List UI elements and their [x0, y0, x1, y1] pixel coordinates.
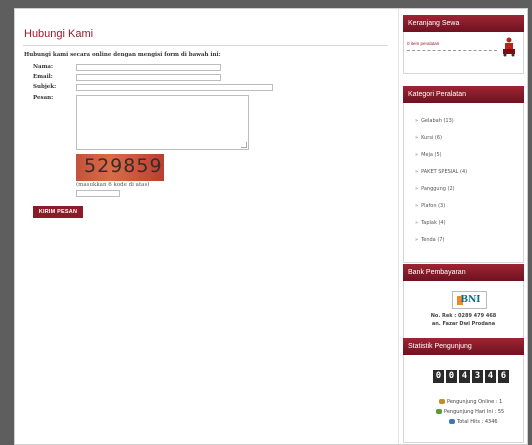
- arrow-icon: »: [415, 152, 419, 158]
- arrow-icon: »: [415, 220, 419, 226]
- counter-digit: 0: [433, 370, 444, 383]
- arrow-icon: »: [415, 169, 419, 175]
- arrow-icon: »: [415, 135, 419, 141]
- cart-count[interactable]: 0 item peralatan: [407, 41, 439, 46]
- bank-widget-title: Bank Pembayaran: [403, 264, 524, 281]
- submit-button[interactable]: KIRIM PESAN: [33, 206, 83, 218]
- users-icon: [449, 419, 455, 424]
- category-item[interactable]: » PAKET SPESIAL (4): [415, 169, 467, 175]
- page-frame: Hubungi Kami Hubungi kami secara online …: [14, 8, 528, 445]
- category-item[interactable]: » Panggung (2): [415, 186, 455, 192]
- users-icon: [436, 409, 442, 414]
- captcha-input[interactable]: [76, 190, 120, 197]
- title-divider: [23, 45, 388, 46]
- stats-widget-title: Statistik Pengunjung: [403, 338, 524, 355]
- stat-online: Pengunjung Online : 1: [439, 399, 502, 405]
- hit-counter: 0 0 4 3 4 6: [433, 370, 509, 383]
- main-content: Hubungi Kami Hubungi kami secara online …: [15, 9, 399, 444]
- category-item[interactable]: » Gelabah (13): [415, 118, 454, 124]
- captcha-hint: (masukkan 6 kode di atas): [76, 182, 150, 188]
- arrow-icon: »: [415, 203, 419, 209]
- captcha-code: 529859: [84, 155, 163, 177]
- category-item[interactable]: » Meja (5): [415, 152, 442, 158]
- arrow-icon: »: [415, 118, 419, 124]
- name-label: Nama:: [33, 64, 54, 70]
- categories-widget-title: Kategori Peralatan: [403, 86, 524, 103]
- category-item[interactable]: » Kursi (6): [415, 135, 442, 141]
- bni-logo: BNI: [452, 291, 487, 309]
- stat-today: Pengunjung Hari Ini : 55: [436, 409, 504, 415]
- subject-label: Subjek:: [33, 84, 57, 90]
- bank-account-holder: an. Fazar Dwi Prodana: [431, 321, 496, 327]
- email-field[interactable]: [76, 74, 221, 81]
- cart-divider: [407, 50, 497, 51]
- form-intro: Hubungi kami secara online dengan mengis…: [24, 52, 221, 58]
- category-item[interactable]: » Plafon (3): [415, 203, 445, 209]
- counter-digit: 0: [446, 370, 457, 383]
- stat-total: Total Hits : 4346: [449, 419, 498, 425]
- cart-widget-title: Keranjang Sewa: [403, 15, 524, 32]
- name-field[interactable]: [76, 64, 221, 71]
- users-icon: [439, 399, 445, 404]
- counter-digit: 4: [485, 370, 496, 383]
- resize-handle-icon[interactable]: [241, 142, 247, 148]
- bank-account-number: No. Rek : 0289 479 468: [430, 313, 497, 319]
- counter-digit: 4: [459, 370, 470, 383]
- shopping-cart-icon[interactable]: [500, 37, 518, 57]
- message-label: Pesan:: [33, 95, 54, 101]
- arrow-icon: »: [415, 186, 419, 192]
- bni-logo-text: BNI: [460, 295, 481, 305]
- category-item[interactable]: » Tenda (7): [415, 237, 444, 243]
- message-textarea[interactable]: [76, 95, 249, 150]
- counter-digit: 6: [498, 370, 509, 383]
- captcha-image: 529859: [76, 154, 164, 181]
- email-label: Email:: [33, 74, 53, 80]
- subject-field[interactable]: [76, 84, 273, 91]
- page-title: Hubungi Kami: [24, 28, 94, 40]
- arrow-icon: »: [415, 237, 419, 243]
- category-item[interactable]: » Taplak (4): [415, 220, 446, 226]
- counter-digit: 3: [472, 370, 483, 383]
